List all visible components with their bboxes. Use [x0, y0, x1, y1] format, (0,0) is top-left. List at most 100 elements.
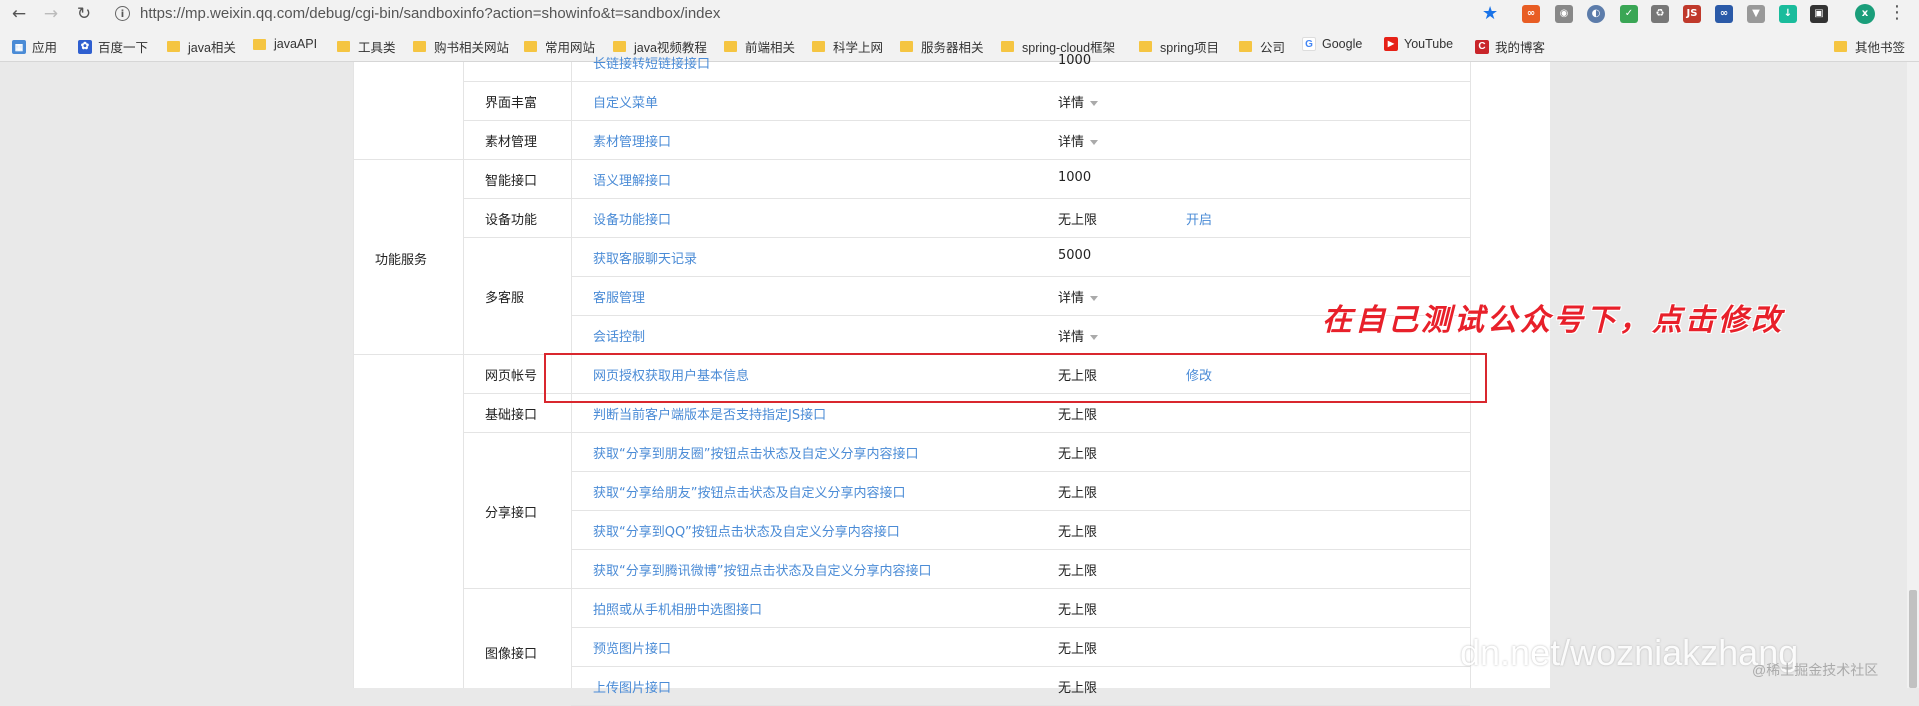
table-grid-line [571, 549, 1470, 550]
bookmark-item[interactable]: 公司 [1239, 37, 1285, 56]
bookmark-item[interactable]: G Google [1302, 37, 1362, 51]
bookmark-item[interactable]: 前端相关 [724, 37, 795, 56]
api-link[interactable]: 获取“分享到QQ”按钮点击状态及自定义分享内容接口 [593, 521, 900, 540]
site-info-icon[interactable]: i [115, 6, 130, 21]
scrollbar-thumb[interactable] [1909, 590, 1917, 688]
extension-icon[interactable]: ∞ [1715, 5, 1733, 23]
table-grid-line [353, 354, 463, 355]
folder-icon [812, 41, 825, 52]
forward-icon[interactable]: → [40, 3, 62, 25]
limit-value: 无上限 [1058, 408, 1098, 423]
limit-value[interactable]: 详情 [1058, 287, 1099, 306]
profile-avatar[interactable]: x [1855, 4, 1875, 24]
bookmark-label: spring项目 [1160, 41, 1220, 55]
bookmark-apps[interactable]: ▦ 应用 [12, 37, 57, 56]
blog-icon: C [1475, 39, 1489, 54]
menu-icon[interactable]: ⋮ [1888, 2, 1906, 23]
folder-icon [724, 41, 737, 52]
bookmark-other[interactable]: 其他书签 [1834, 37, 1905, 56]
extension-icon[interactable]: ∞ [1522, 5, 1540, 23]
bookmark-label: 百度一下 [98, 41, 149, 55]
bookmark-item[interactable]: javaAPI [253, 37, 317, 51]
folder-icon [337, 41, 350, 52]
chevron-down-icon [1090, 101, 1099, 106]
sub-category-label: 图像接口 [485, 647, 538, 662]
api-link[interactable]: 自定义菜单 [593, 92, 658, 111]
js-icon[interactable]: JS [1683, 5, 1701, 23]
bookmark-label: Google [1322, 37, 1363, 51]
limit-value[interactable]: 详情 [1058, 92, 1099, 111]
highlight-box [544, 353, 1487, 403]
reload-icon[interactable]: ↻ [73, 3, 95, 25]
bookmark-item[interactable]: spring项目 [1139, 37, 1219, 56]
bookmark-item[interactable]: 购书相关网站 [413, 37, 509, 56]
extension-icon[interactable]: ♻ [1651, 5, 1669, 23]
bookmark-label: 公司 [1260, 41, 1286, 55]
limit-value: 1000 [1058, 170, 1092, 185]
download-icon[interactable]: ↓ [1779, 5, 1797, 23]
bookmark-label: java相关 [188, 41, 236, 55]
extension-icon[interactable]: ◐ [1587, 5, 1605, 23]
apps-grid-icon: ▦ [12, 39, 26, 54]
api-link[interactable]: 获取客服聊天记录 [593, 248, 697, 267]
bookmark-item[interactable]: 服务器相关 [900, 37, 984, 56]
bookmark-item[interactable]: ▶ YouTube [1384, 37, 1453, 51]
api-link[interactable]: 语义理解接口 [593, 170, 671, 189]
limit-value[interactable]: 详情 [1058, 131, 1099, 150]
sub-category-label: 设备功能 [485, 213, 538, 228]
table-grid-line [571, 432, 1470, 433]
folder-icon [613, 41, 626, 52]
extension-icon[interactable]: ◉ [1555, 5, 1573, 23]
extension-icon[interactable]: ▼ [1747, 5, 1765, 23]
watermark-site: @稀土掘金技术社区 [1752, 662, 1879, 678]
api-link[interactable]: 长链接转短链接接口 [593, 53, 710, 72]
address-bar[interactable]: https://mp.weixin.qq.com/debug/cgi-bin/s… [140, 5, 720, 22]
bookmark-star-icon[interactable]: ★ [1482, 3, 1498, 24]
api-link[interactable]: 素材管理接口 [593, 131, 671, 150]
bookmark-item[interactable]: 工具类 [337, 37, 396, 56]
limit-value: 1000 [1058, 53, 1092, 68]
google-icon: G [1302, 37, 1316, 51]
api-link[interactable]: 设备功能接口 [593, 209, 671, 228]
bookmark-item[interactable]: 科学上网 [812, 37, 883, 56]
bookmark-item[interactable]: C 我的博客 [1475, 37, 1545, 56]
limit-value: 无上限 [1058, 564, 1098, 579]
enable-button[interactable]: 开启 [1186, 209, 1212, 228]
limit-value: 5000 [1058, 248, 1092, 263]
watermark: dn.net/wozniakzhang [1460, 632, 1799, 673]
api-link[interactable]: 获取“分享到腾讯微博”按钮点击状态及自定义分享内容接口 [593, 560, 931, 579]
bookmark-label: 工具类 [358, 41, 396, 55]
limit-value[interactable]: 详情 [1058, 326, 1099, 345]
back-icon[interactable]: ← [8, 3, 30, 25]
folder-icon [900, 41, 913, 52]
table-grid-line [463, 432, 571, 433]
bookmark-item[interactable]: ✿ 百度一下 [78, 37, 148, 56]
table-grid-line [571, 471, 1470, 472]
table-grid-line [571, 237, 1470, 238]
api-link[interactable]: 判断当前客户端版本是否支持指定JS接口 [593, 404, 826, 423]
table-grid-line [571, 198, 1470, 199]
bookmark-label: 购书相关网站 [434, 41, 510, 55]
api-link[interactable]: 预览图片接口 [593, 638, 671, 657]
api-link[interactable]: 获取“分享到朋友圈”按钮点击状态及自定义分享内容接口 [593, 443, 918, 462]
bookmark-item[interactable]: java相关 [167, 37, 236, 56]
api-link[interactable]: 客服管理 [593, 287, 645, 306]
folder-icon [1239, 41, 1252, 52]
folder-icon [167, 41, 180, 52]
limit-value: 无上限 [1058, 486, 1098, 501]
extension-icon[interactable]: ▣ [1810, 5, 1828, 23]
api-link[interactable]: 获取“分享给朋友”按钮点击状态及自定义分享内容接口 [593, 482, 905, 501]
browser-toolbar: ← → ↻ i https://mp.weixin.qq.com/debug/c… [0, 0, 1919, 28]
table-grid-line [571, 120, 1470, 121]
bookmark-label: 我的博客 [1495, 41, 1546, 55]
limit-value: 无上限 [1058, 525, 1098, 540]
shield-icon[interactable]: ✓ [1620, 5, 1638, 23]
sub-category-label: 界面丰富 [485, 96, 538, 111]
api-link[interactable]: 拍照或从手机相册中选图接口 [593, 599, 762, 618]
bookmark-item[interactable]: 常用网站 [524, 37, 595, 56]
youtube-icon: ▶ [1384, 37, 1398, 51]
baidu-icon: ✿ [78, 39, 92, 54]
api-link[interactable]: 会话控制 [593, 326, 645, 345]
api-link[interactable]: 上传图片接口 [593, 677, 671, 696]
limit-value: 无上限 [1058, 681, 1098, 696]
